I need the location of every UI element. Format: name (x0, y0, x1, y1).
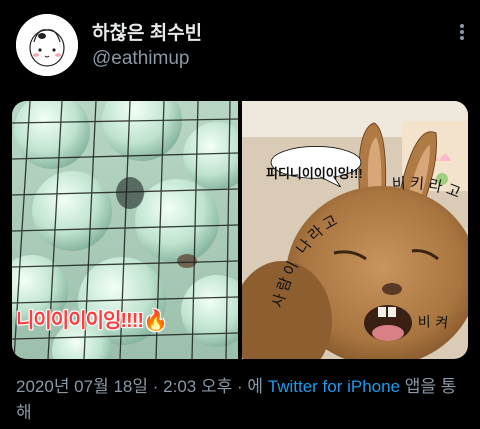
avatar[interactable] (16, 14, 78, 76)
tweet-metadata: 2020년 07월 18일 · 2:03 오후 · 에 Twitter for … (16, 374, 472, 426)
avatar-face-icon (16, 14, 78, 76)
via-prefix: 에 (247, 377, 264, 396)
display-name[interactable]: 하찮은 최수빈 (92, 18, 202, 45)
svg-text:비키라고: 비키라고 (392, 174, 467, 203)
user-handle[interactable]: @eathimup (92, 48, 189, 70)
tweet-media: 니이이이이잉!!!!🔥 피디니이이이잉!!! 사람이 나라고 비키라고 비켜 (12, 101, 468, 359)
tweet-date[interactable]: 2020년 07월 18일 (16, 377, 148, 396)
more-vertical-icon[interactable] (452, 22, 472, 42)
media-photo-left[interactable]: 니이이이이잉!!!!🔥 (12, 101, 238, 359)
curved-text-3: 비켜 (418, 314, 449, 332)
tweet-time[interactable]: 2:03 오후 (163, 377, 232, 396)
curved-text-2: 비키라고 (392, 174, 463, 203)
svg-text:사람이 나라고: 사람이 나라고 (268, 210, 343, 310)
meta-separator: · (152, 377, 159, 396)
media-photo-right[interactable]: 피디니이이이잉!!! 사람이 나라고 비키라고 비켜 (242, 101, 468, 359)
meta-separator: · (236, 377, 243, 396)
tweet-source-link[interactable]: Twitter for iPhone (268, 377, 400, 396)
curved-text-1: 사람이 나라고 (268, 210, 340, 310)
fire-emoji: 🔥 (143, 310, 168, 332)
curved-caption: 사람이 나라고 비키라고 비켜 (268, 174, 467, 332)
left-caption-text: 니이이이이잉!!!! (16, 310, 144, 332)
svg-text:비켜: 비켜 (418, 314, 453, 332)
tweet-header: 하찮은 최수빈 @eathimup (0, 0, 480, 90)
left-photo-caption: 니이이이이잉!!!!🔥 (16, 304, 168, 333)
